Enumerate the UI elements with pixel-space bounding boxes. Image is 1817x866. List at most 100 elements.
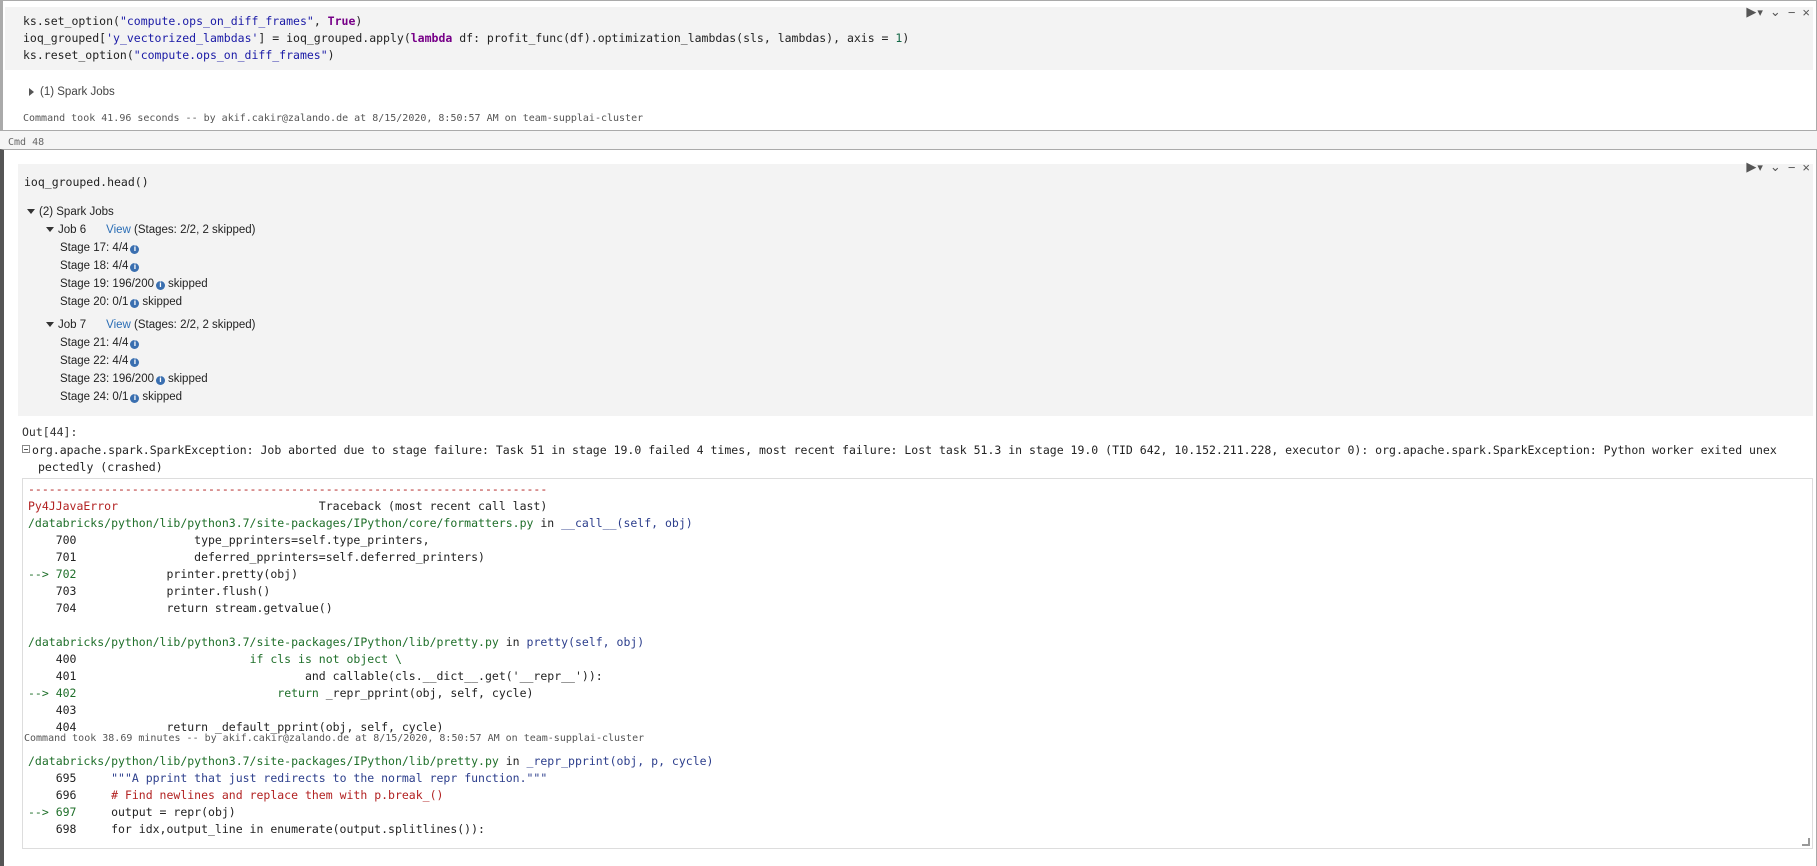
stage-label: Stage 18: 4/4	[60, 259, 129, 272]
traceback-token: in	[498, 754, 527, 768]
cmd-number-label: Cmd 48	[8, 137, 45, 148]
output-label: Out[44]:	[22, 425, 78, 439]
stage-row: Stage 21: 4/4 i	[60, 337, 142, 349]
close-icon[interactable]: ×	[1802, 160, 1810, 175]
code-token: "compute.ops_on_diff_frames"	[119, 14, 314, 28]
traceback-line: 403	[28, 702, 77, 719]
stage-label: Stage 21: 4/4	[60, 336, 129, 349]
traceback-line: 703 printer.flush()	[28, 583, 271, 600]
collapse-triangle-icon	[46, 227, 54, 233]
traceback-token: return	[277, 686, 319, 700]
close-icon[interactable]: ×	[1802, 5, 1810, 20]
code-token: True	[327, 14, 356, 28]
run-cell-icon[interactable]: ▶	[1746, 159, 1756, 175]
traceback-token: /databricks/python/lib/python3.7/site-pa…	[28, 516, 534, 530]
run-cell-icon[interactable]: ▶	[1746, 4, 1756, 20]
code-token: "compute.ops_on_diff_frames"	[133, 48, 328, 62]
code-token: ks.set_option(	[23, 14, 120, 28]
minimize-icon[interactable]: −	[1788, 160, 1796, 175]
code-token: ] = ioq_grouped.apply(	[258, 31, 411, 45]
spark-jobs-panel: (2) Spark Jobs Job 6 View (Stages: 2/2, 2 …	[18, 203, 1813, 416]
traceback-token: Py4JJavaError	[28, 499, 119, 513]
code-editor[interactable]: ioq_grouped.head()	[18, 164, 1813, 204]
traceback-token: Traceback (most recent call last)	[118, 499, 548, 513]
traceback-token: --> 702	[28, 567, 77, 581]
traceback-token: 698 for idx,output_line in enumerate(out…	[28, 822, 485, 836]
collapse-triangle-icon	[27, 209, 35, 215]
job-stages-summary: (Stages: 2/2, 2 skipped)	[130, 223, 256, 236]
traceback-line: 401 and callable(cls.__dict__.get('__rep…	[28, 668, 603, 685]
stage-skipped-label: skipped	[168, 277, 208, 290]
job-view-link[interactable]: View	[106, 319, 131, 331]
code-token: df: profit_func(df).optimization_lambdas…	[452, 31, 896, 45]
traceback-token	[76, 686, 277, 700]
traceback-token: _repr_pprint(obj, self, cycle)	[318, 686, 534, 700]
traceback-line: 700 type_pprinters=self.type_printers,	[28, 532, 430, 549]
traceback-token: __call__	[561, 516, 617, 530]
cell-menu-chevron-icon[interactable]: ⌄	[1770, 4, 1781, 20]
info-icon[interactable]: i	[130, 298, 140, 308]
cell-toolbar: ▶ ▾ ⌄ − ×	[1746, 4, 1810, 20]
stage-label: Stage 22: 4/4	[60, 354, 129, 367]
stage-skipped-label: skipped	[142, 295, 183, 308]
info-icon[interactable]: i	[130, 244, 140, 254]
spark-jobs-toggle[interactable]: (1) Spark Jobs	[29, 86, 115, 98]
stage-row: Stage 24: 0/1 i skipped	[60, 391, 182, 403]
traceback-token: 704 return stream.getvalue()	[28, 601, 333, 615]
traceback-token: /databricks/python/lib/python3.7/site-pa…	[28, 754, 499, 768]
traceback-token: --> 402	[28, 686, 77, 700]
info-icon[interactable]: i	[156, 280, 165, 290]
exception-message: org.apache.spark.SparkException: Job abo…	[22, 442, 1812, 476]
info-icon[interactable]: i	[156, 375, 165, 385]
expand-triangle-icon	[29, 87, 34, 96]
code-line: ks.reset_option("compute.ops_on_diff_fra…	[23, 47, 1795, 64]
traceback-token: if cls is not object \	[249, 652, 402, 666]
traceback-line: 698 for idx,output_line in enumerate(out…	[28, 821, 485, 838]
info-icon[interactable]: i	[130, 339, 140, 349]
traceback-token: and callable(cls.__dict__.get('__repr__'…	[304, 669, 603, 683]
stage-row: Stage 18: 4/4 i	[60, 260, 142, 272]
traceback-line: Py4JJavaError Traceback (most recent cal…	[28, 498, 547, 515]
traceback-token: in	[498, 635, 527, 649]
notebook-cell-47: ks.set_option("compute.ops_on_diff_frame…	[0, 0, 1817, 131]
stage-row: Stage 19: 196/200 i skipped	[60, 278, 208, 290]
job-view-link[interactable]: View	[106, 224, 131, 236]
spark-jobs-label: (1) Spark Jobs	[40, 86, 115, 98]
exception-text-line2: pectedly (crashed)	[38, 460, 163, 474]
code-token: ioq_grouped[	[23, 31, 107, 45]
traceback-token: 701 deferred_pprinters=self.deferred_pri…	[28, 550, 485, 564]
code-line: ioq_grouped['y_vectorized_lambdas'] = io…	[23, 30, 1795, 47]
traceback-token: pretty	[526, 635, 569, 649]
cell-menu-chevron-icon[interactable]: ⌄	[1770, 159, 1781, 175]
traceback-line: 701 deferred_pprinters=self.deferred_pri…	[28, 549, 485, 566]
exception-text-line1: org.apache.spark.SparkException: Job abo…	[32, 443, 1777, 457]
run-options-chevron-icon[interactable]: ▾	[1757, 161, 1763, 174]
info-icon[interactable]: i	[130, 357, 140, 367]
traceback-output[interactable]: ----------------------------------------…	[22, 478, 1813, 849]
run-options-chevron-icon[interactable]: ▾	[1757, 6, 1763, 19]
stage-row: Stage 23: 196/200 i skipped	[60, 373, 208, 385]
code-token: lambda	[410, 31, 453, 45]
stage-label: Stage 20: 0/1	[60, 295, 129, 308]
traceback-line: /databricks/python/lib/python3.7/site-pa…	[28, 515, 693, 532]
spark-jobs-toggle[interactable]: (2) Spark Jobs	[27, 206, 114, 218]
traceback-token: output = repr(obj)	[76, 805, 236, 819]
info-icon[interactable]: i	[130, 393, 140, 403]
job-row[interactable]: Job 7 View (Stages: 2/2, 2 skipped)	[46, 319, 256, 331]
command-status: Command took 38.69 minutes -- by akif.ca…	[24, 733, 645, 744]
code-editor[interactable]: ks.set_option("compute.ops_on_diff_frame…	[5, 7, 1813, 70]
traceback-line: ----------------------------------------…	[28, 481, 547, 498]
info-icon[interactable]: i	[130, 262, 140, 272]
traceback-line: 400 if cls is not object \	[28, 651, 402, 668]
traceback-token: in	[533, 516, 562, 530]
code-token: ks.reset_option(	[23, 48, 134, 62]
collapse-output-icon[interactable]	[22, 445, 30, 453]
traceback-token: # Find newlines and replace them with p.…	[111, 788, 444, 802]
stage-skipped-label: skipped	[168, 372, 208, 385]
traceback-token: 403	[28, 703, 77, 717]
resize-handle-icon[interactable]	[1802, 838, 1810, 846]
traceback-token: _repr_pprint	[526, 754, 610, 768]
job-row[interactable]: Job 6 View (Stages: 2/2, 2 skipped)	[46, 224, 256, 236]
traceback-token: 401	[28, 669, 305, 683]
minimize-icon[interactable]: −	[1788, 5, 1796, 20]
